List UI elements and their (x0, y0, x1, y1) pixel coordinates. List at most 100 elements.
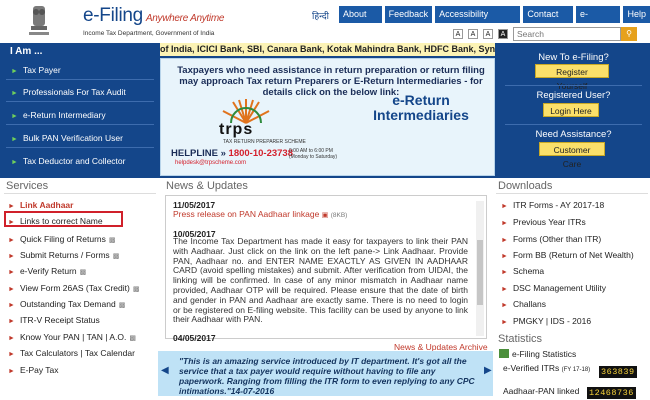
i-am-menu: I Am ... ► Tax Payer ► Professionals For T… (0, 43, 157, 178)
hindi-link[interactable]: हिन्दी (312, 9, 329, 22)
helpline: HELPLINE » 1800-10-23738 (171, 148, 293, 159)
trps-banner[interactable]: Taxpayers who need assistance in return … (160, 58, 495, 176)
arrow-right-icon: ► (501, 237, 508, 244)
news-body: The Income Tax Department has made it ea… (173, 236, 468, 325)
nav-help[interactable]: Help (623, 6, 650, 23)
divider (6, 79, 154, 80)
service-know-pan[interactable]: ► Know Your PAN | TAN | A.O. ▩ (8, 332, 136, 342)
service-label: View Form 26AS (Tax Credit) (19, 283, 130, 293)
nav-contact-us[interactable]: Contact Us (523, 6, 573, 36)
download-schema[interactable]: ► Schema (501, 266, 544, 276)
service-form-26as[interactable]: ► View Form 26AS (Tax Credit) ▩ (8, 283, 139, 293)
login-button[interactable]: Login Here (543, 103, 599, 117)
font-size-medium[interactable]: A (468, 29, 478, 39)
lock-icon: ▩ (112, 253, 120, 260)
i-am-item-professionals[interactable]: ► Professionals For Tax Audit (11, 87, 126, 97)
nav-accessibility[interactable]: Accessibility Options (435, 6, 521, 36)
divider (4, 193, 156, 194)
file-size: (8KB) (330, 212, 348, 219)
testimonial-text: "This is an amazing service introduced b… (179, 356, 475, 396)
arrow-right-icon: ► (501, 253, 508, 260)
news-link-pan-aadhaar[interactable]: Press release on PAN Aadhaar linkage ▣ (… (173, 209, 347, 219)
download-pmgky[interactable]: ► PMGKY | IDS - 2016 (501, 316, 591, 326)
download-label: Previous Year ITRs (512, 217, 586, 227)
service-quick-filing[interactable]: ► Quick Filing of Returns ▩ (8, 234, 116, 244)
stat-verified-text: e-Verified ITRs (503, 363, 560, 373)
service-label: e-Verify Return (19, 266, 77, 276)
search-icon: ⚲ (626, 29, 632, 38)
stat-aadhaar-label: Aadhaar-PAN linked (503, 386, 580, 396)
e-return-intermediaries-title[interactable]: e-Return Intermediaries (356, 93, 486, 123)
arrow-right-icon: ► (501, 319, 508, 326)
downloads-heading: Downloads (498, 180, 553, 192)
arrow-right-icon: ► (8, 335, 15, 342)
i-am-item-tax-payer[interactable]: ► Tax Payer (11, 65, 61, 75)
contrast-dark[interactable]: A (498, 29, 508, 39)
arrow-right-icon: ► (8, 368, 15, 375)
download-label: Forms (Other than ITR) (512, 234, 602, 244)
i-am-item-label: e-Return Intermediary (22, 110, 106, 120)
register-button[interactable]: Register Yourself (535, 64, 609, 91)
arrow-right-icon: ► (8, 302, 15, 309)
brand-title[interactable]: e-Filing Anywhere Anytime (83, 5, 224, 27)
download-previous-itrs[interactable]: ► Previous Year ITRs (501, 217, 586, 227)
service-itr-v-status[interactable]: ► ITR-V Receipt Status (8, 315, 100, 325)
helpline-email[interactable]: helpdesk@trpscheme.com (175, 160, 246, 166)
stat-verified-sub: (FY 17-18) (561, 367, 591, 373)
statistics-subheading[interactable]: e-Filing Statistics (499, 349, 576, 359)
download-label: DSC Management Utility (512, 283, 606, 293)
download-itr-forms[interactable]: ► ITR Forms - AY 2017-18 (501, 200, 604, 210)
font-size-small[interactable]: A (453, 29, 463, 39)
helpline-label: HELPLINE » (171, 148, 226, 159)
arrow-right-icon: ► (8, 237, 15, 244)
trps-logo-sub: TAX RETURN PREPARER SCHEME (223, 139, 306, 145)
service-e-pay-tax[interactable]: ► E-Pay Tax (8, 365, 59, 375)
download-label: ITR Forms - AY 2017-18 (512, 200, 605, 210)
search-button[interactable]: ⚲ (621, 27, 637, 41)
download-form-bb[interactable]: ► Form BB (Return of Net Wealth) (501, 250, 634, 260)
lock-icon: ▩ (118, 302, 126, 309)
brand-subtitle: Income Tax Department, Government of Ind… (83, 30, 215, 37)
i-am-item-e-return-intermediary[interactable]: ► e-Return Intermediary (11, 110, 106, 120)
chevron-left-icon[interactable]: ◀ (161, 365, 169, 376)
arrow-right-icon: ► (501, 286, 508, 293)
service-outstanding-demand[interactable]: ► Outstanding Tax Demand ▩ (8, 299, 125, 309)
new-user-title: New To e-Filing? (538, 52, 609, 63)
service-tax-calculators[interactable]: ► Tax Calculators | Tax Calendar (8, 348, 135, 358)
news-scrollbar-thumb[interactable] (477, 240, 483, 305)
arrow-right-icon: ► (501, 302, 508, 309)
font-size-large[interactable]: A (483, 29, 493, 39)
i-am-item-bulk-pan[interactable]: ► Bulk PAN Verification User (11, 133, 123, 143)
service-label: Know Your PAN | TAN | A.O. (19, 332, 127, 342)
download-other-forms[interactable]: ► Forms (Other than ITR) (501, 234, 601, 244)
nav-e-nivaran[interactable]: e-Nivaran (575, 6, 621, 36)
service-label: Tax Calculators | Tax Calendar (19, 348, 135, 358)
chevron-right-icon[interactable]: ▶ (484, 365, 492, 376)
service-link-aadhaar[interactable]: ► Link Aadhaar (8, 200, 73, 210)
i-am-item-tax-deductor[interactable]: ► Tax Deductor and Collector (11, 156, 125, 166)
download-challans[interactable]: ► Challans (501, 299, 546, 309)
divider (505, 85, 642, 86)
statistics-subheading-label: e-Filing Statistics (512, 349, 577, 359)
arrow-right-icon: ► (8, 351, 15, 358)
nav-about-us[interactable]: About Us (339, 6, 382, 36)
arrow-right-icon: ► (11, 68, 18, 75)
search-input[interactable] (513, 27, 621, 41)
service-submit-returns[interactable]: ► Submit Returns / Forms ▩ (8, 250, 119, 260)
i-am-title: I Am ... (10, 46, 43, 57)
stat-aadhaar-counter: 12468736 (587, 387, 636, 399)
customer-care-button[interactable]: Customer Care (539, 142, 605, 169)
i-am-item-label: Tax Deductor and Collector (22, 156, 126, 166)
news-date: 04/05/2017 (173, 333, 216, 343)
service-e-verify[interactable]: ► e-Verify Return ▩ (8, 266, 86, 276)
arrow-right-icon: ► (11, 90, 18, 97)
nav-feedback[interactable]: Feedback (384, 6, 433, 23)
download-dsc-utility[interactable]: ► DSC Management Utility (501, 283, 606, 293)
statistics-heading: Statistics (498, 333, 543, 345)
page-header: e-Filing Anywhere Anytime Income Tax Depa… (0, 0, 650, 43)
highlight-box (4, 211, 123, 227)
divider (505, 124, 642, 125)
pdf-icon: ▣ (321, 212, 329, 219)
arrow-right-icon: ► (501, 269, 508, 276)
news-heading: News & Updates (166, 180, 248, 192)
